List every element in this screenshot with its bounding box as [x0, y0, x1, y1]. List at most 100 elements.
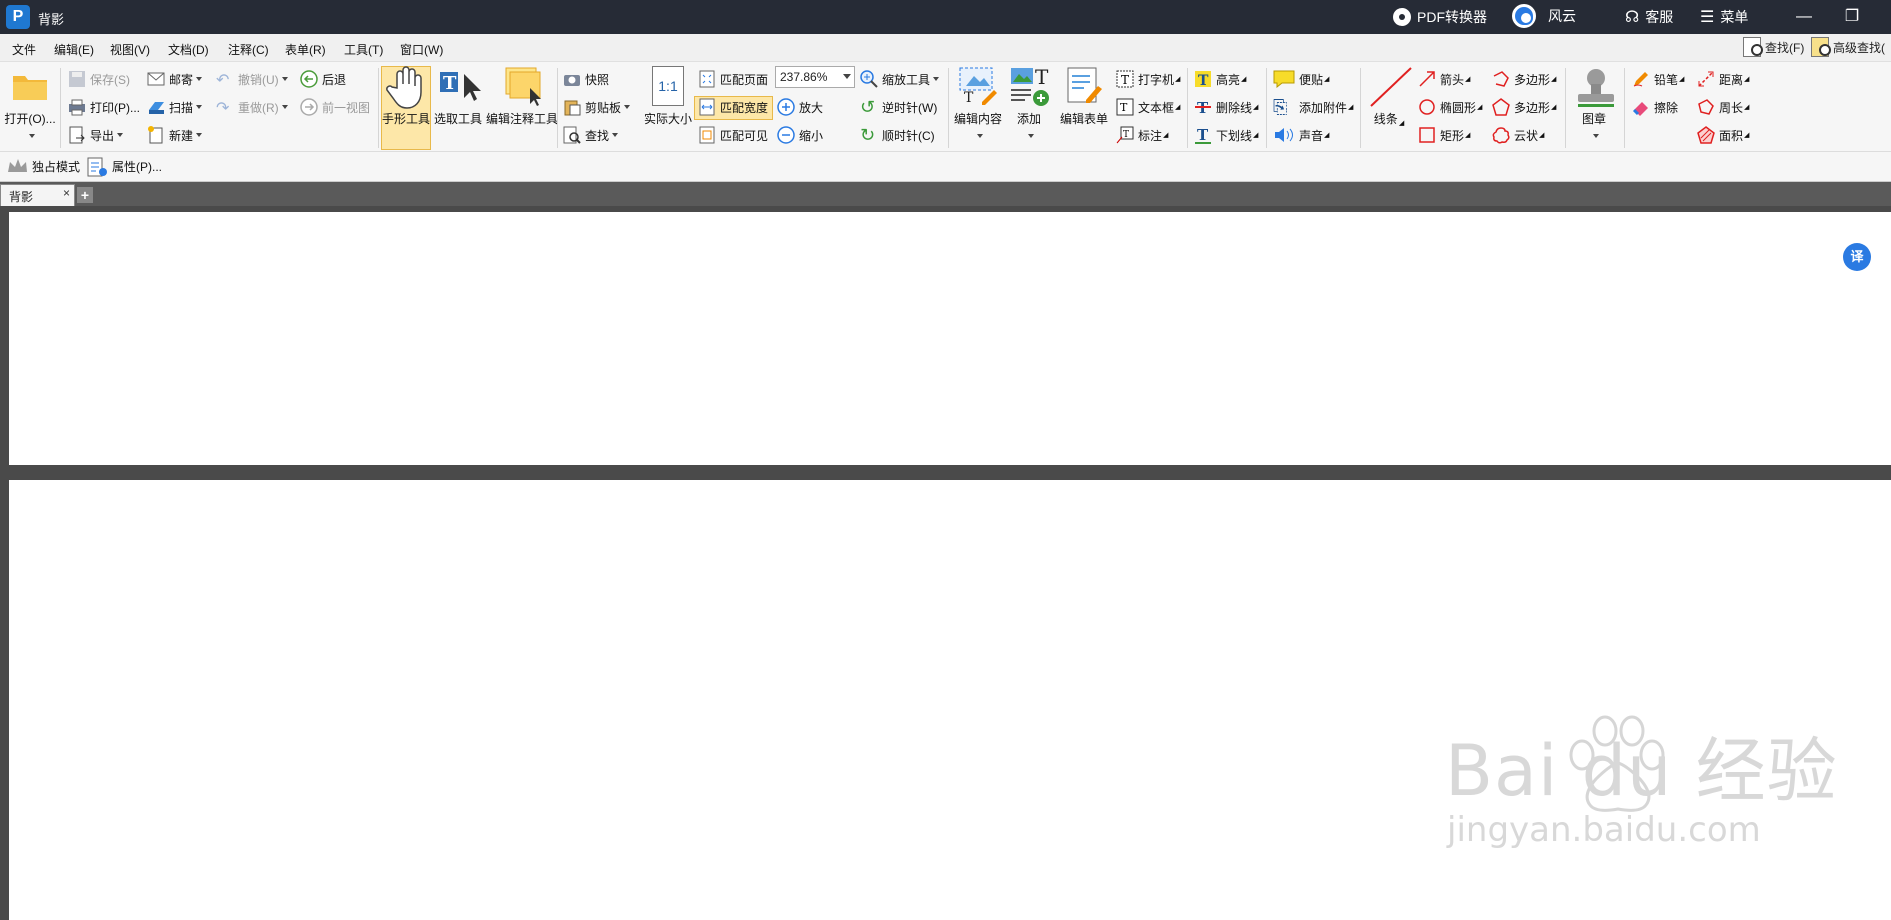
- perimeter-button[interactable]: 周长 ◢: [1697, 98, 1749, 116]
- folder-icon: [10, 66, 50, 106]
- menu-window[interactable]: 窗口(W): [400, 41, 443, 58]
- document-page-2[interactable]: [9, 480, 1891, 920]
- document-page-1[interactable]: [9, 212, 1891, 465]
- back-button[interactable]: 后退: [300, 70, 346, 88]
- select-tool-button[interactable]: T 选取工具: [432, 66, 484, 127]
- print-button[interactable]: 打印(P)...: [68, 98, 140, 116]
- add-content-icon: T: [1009, 65, 1049, 106]
- edit-annotation-tool-button[interactable]: 编辑注释工具: [486, 66, 558, 127]
- edit-content-button[interactable]: T 编辑内容: [950, 66, 1006, 141]
- document-tab[interactable]: 背影 ×: [0, 184, 75, 206]
- zoom-level-value: 237.86%: [780, 70, 828, 84]
- translate-icon[interactable]: 译: [1843, 243, 1871, 271]
- document-tab-strip: 背影 × +: [0, 182, 1891, 206]
- edit-form-button[interactable]: 编辑表单: [1058, 66, 1110, 127]
- zoom-out-icon: [777, 126, 795, 144]
- find-button[interactable]: 查找(F): [1743, 37, 1804, 57]
- minimize-button[interactable]: —: [1793, 6, 1815, 28]
- cloud-button[interactable]: 云状 ◢: [1492, 126, 1544, 144]
- search-label: 查找: [585, 128, 610, 143]
- distance-button[interactable]: 距离 ◢: [1697, 70, 1749, 88]
- typewriter-button[interactable]: T 打字机 ◢: [1116, 70, 1180, 88]
- highlight-button[interactable]: T 高亮 ◢: [1194, 70, 1246, 89]
- mail-button[interactable]: 邮寄: [147, 70, 203, 88]
- area-icon: [1697, 126, 1715, 144]
- advanced-find-button[interactable]: 高级查找(: [1811, 37, 1885, 57]
- exclusive-mode-button[interactable]: 独占模式: [6, 157, 80, 175]
- zoom-out-label: 缩小: [799, 128, 824, 143]
- arrow-button[interactable]: 箭头 ◢: [1418, 70, 1470, 88]
- save-button[interactable]: 保存(S): [68, 70, 130, 88]
- new-button[interactable]: 新建: [147, 126, 203, 144]
- pencil-button[interactable]: 铅笔 ◢: [1632, 70, 1684, 88]
- area-button[interactable]: 面积 ◢: [1697, 126, 1749, 144]
- distance-label: 距离: [1719, 72, 1744, 87]
- properties-button[interactable]: 属性(P)...: [86, 157, 162, 177]
- ellipse-button[interactable]: 椭圆形 ◢: [1418, 98, 1482, 116]
- fit-width-icon: [698, 98, 716, 116]
- close-tab-icon[interactable]: ×: [63, 186, 70, 200]
- clipboard-button[interactable]: 剪贴板: [563, 98, 631, 116]
- zoom-tool-button[interactable]: 缩放工具: [860, 70, 940, 88]
- polygon-line-button[interactable]: 多边形 ◢: [1492, 70, 1556, 88]
- highlight-label: 高亮: [1216, 72, 1241, 87]
- add-tab-button[interactable]: +: [77, 187, 93, 203]
- pdf-converter-label: PDF转换器: [1417, 9, 1487, 25]
- eraser-button[interactable]: 擦除: [1632, 98, 1678, 116]
- add-button[interactable]: T 添加: [1006, 65, 1052, 141]
- open-button[interactable]: 打开(O)...: [4, 66, 56, 141]
- actual-size-icon: 1:1: [652, 66, 684, 106]
- rectangle-button[interactable]: 矩形 ◢: [1418, 126, 1470, 144]
- support-button[interactable]: ☊ 客服: [1625, 7, 1673, 27]
- stamp-label: 图章: [1581, 112, 1606, 126]
- hand-tool-button[interactable]: 手形工具: [380, 66, 432, 127]
- snapshot-button[interactable]: 快照: [563, 70, 609, 88]
- menu-view[interactable]: 视图(V): [110, 41, 150, 58]
- attach-file-button[interactable]: ⎘ 添加附件 ◢: [1273, 98, 1353, 116]
- fit-width-button[interactable]: 匹配宽度: [698, 98, 768, 116]
- export-button[interactable]: 导出: [68, 126, 124, 144]
- note-button[interactable]: 便贴 ◢: [1273, 70, 1329, 89]
- pdf-converter-button[interactable]: PDF转换器: [1393, 7, 1487, 27]
- fit-page-button[interactable]: 匹配页面: [698, 70, 768, 88]
- fit-visible-label: 匹配可见: [720, 128, 769, 143]
- scan-label: 扫描: [169, 100, 194, 115]
- menu-file[interactable]: 文件: [12, 41, 36, 58]
- line-button[interactable]: 线条◢: [1364, 66, 1414, 127]
- rotate-cw-button[interactable]: ↻ 顺时针(C): [860, 126, 935, 144]
- user-name: 风云: [1548, 8, 1576, 24]
- sticky-note-icon: [1273, 70, 1295, 89]
- redo-button[interactable]: ↷ 重做(R): [216, 98, 288, 117]
- undo-button[interactable]: ↶ 撤销(U): [216, 70, 288, 89]
- callout-button[interactable]: T 标注 ◢: [1116, 126, 1168, 144]
- search-button[interactable]: 查找: [563, 126, 619, 144]
- menu-comment[interactable]: 注释(C): [228, 41, 269, 58]
- strikeout-button[interactable]: T 删除线◢: [1194, 98, 1258, 117]
- stamp-button[interactable]: 图章: [1568, 66, 1620, 141]
- restore-button[interactable]: ❐: [1841, 6, 1863, 28]
- zoom-in-button[interactable]: 放大: [777, 98, 823, 116]
- actual-size-button[interactable]: 1:1 实际大小: [642, 66, 694, 127]
- menu-document[interactable]: 文档(D): [168, 41, 209, 58]
- sound-button[interactable]: 声音 ◢: [1273, 126, 1329, 144]
- main-menu-button[interactable]: ☰ 菜单: [1700, 7, 1748, 27]
- underline-button[interactable]: T 下划线 ◢: [1194, 126, 1258, 144]
- rotate-ccw-button[interactable]: ↺ 逆时针(W): [860, 98, 937, 116]
- menu-edit[interactable]: 编辑(E): [54, 41, 94, 58]
- textbox-button[interactable]: T 文本框 ◢: [1116, 98, 1180, 116]
- prev-view-button[interactable]: 前一视图: [300, 98, 370, 116]
- fit-visible-button[interactable]: 匹配可见: [698, 126, 768, 144]
- perimeter-icon: [1697, 98, 1715, 116]
- user-account-button[interactable]: 风云: [1512, 4, 1576, 28]
- menu-tools[interactable]: 工具(T): [344, 41, 383, 58]
- window-title: 背影: [38, 12, 65, 27]
- magnifier-icon: [860, 70, 878, 88]
- secondary-toolbar: 独占模式 属性(P)...: [0, 152, 1891, 182]
- crown-icon: [6, 157, 28, 175]
- zoom-level-select[interactable]: 237.86%: [775, 66, 855, 88]
- select-tool-label: 选取工具: [433, 112, 482, 126]
- zoom-out-button[interactable]: 缩小: [777, 126, 823, 144]
- menu-form[interactable]: 表单(R): [285, 41, 326, 58]
- polygon-button[interactable]: 多边形 ◢: [1492, 98, 1556, 116]
- scan-button[interactable]: 扫描: [147, 98, 203, 116]
